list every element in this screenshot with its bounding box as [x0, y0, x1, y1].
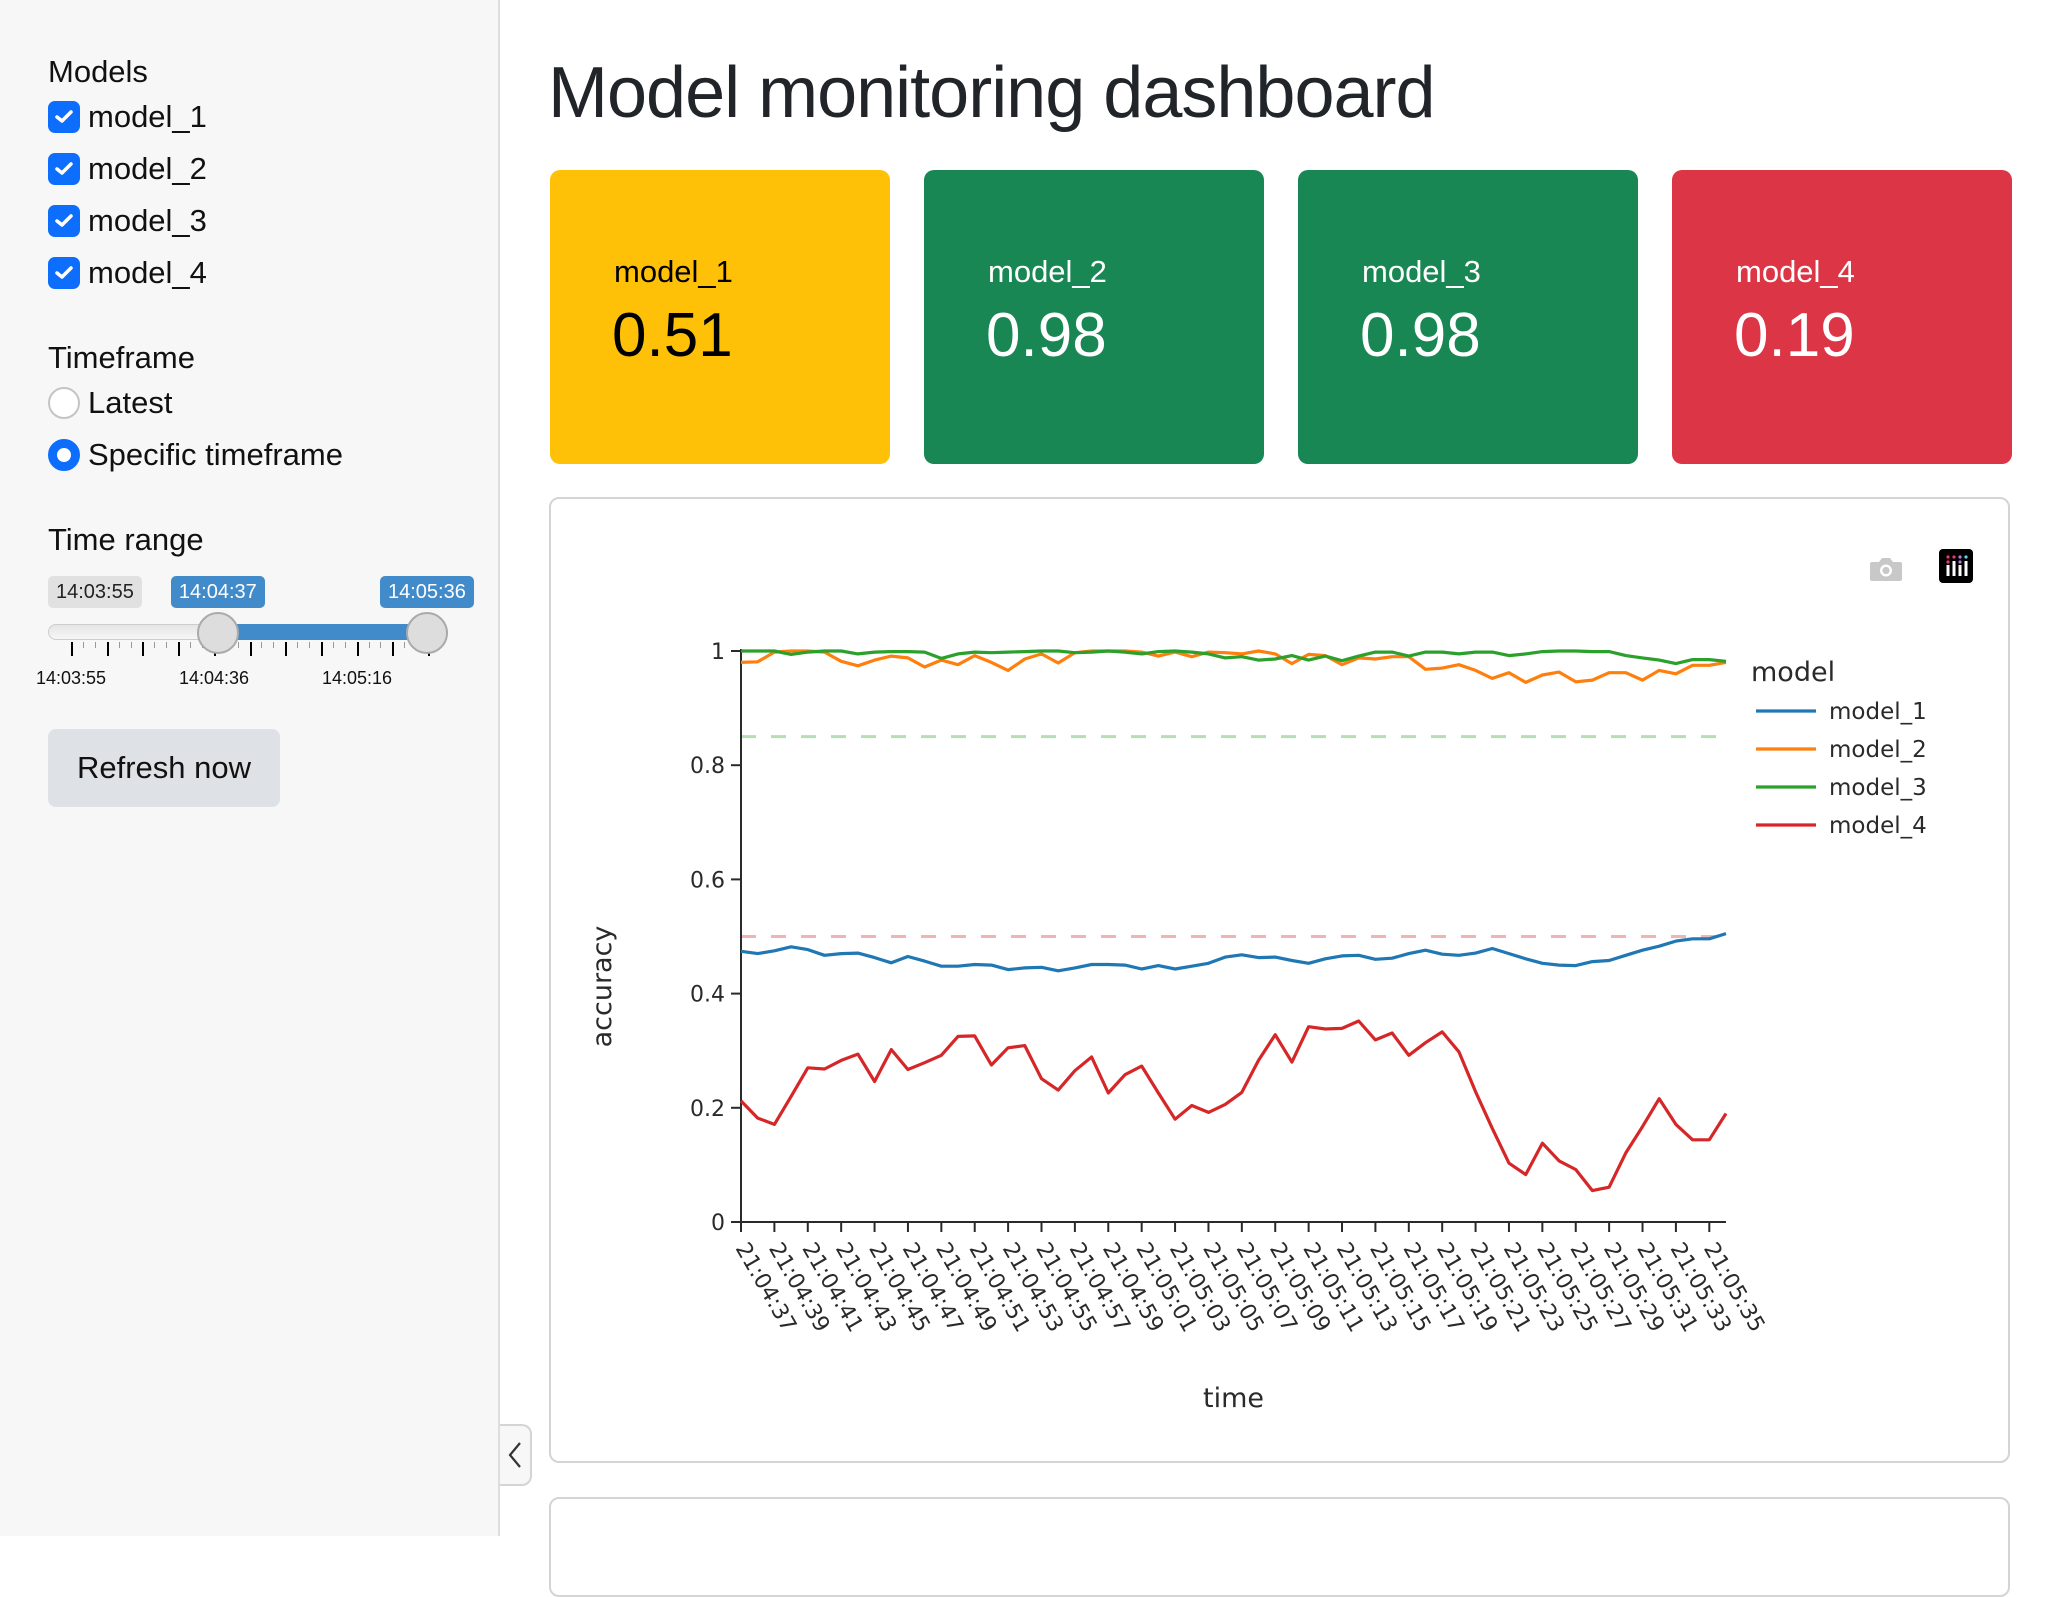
- checkbox-checked-icon[interactable]: [48, 153, 80, 185]
- slider-tick: [261, 642, 263, 648]
- legend-item-label: model_3: [1829, 775, 1927, 801]
- time-range-label: Time range: [48, 522, 204, 557]
- slider-tick: [82, 642, 84, 648]
- slider-tick: [71, 642, 73, 656]
- kpi-accuracy-value: 0.98: [1360, 301, 1481, 370]
- refresh-now-button[interactable]: Refresh now: [48, 729, 280, 807]
- page-title: Model monitoring dashboard: [548, 53, 1436, 133]
- kpi-card-model-1: model_1 0.51: [550, 170, 890, 464]
- models-label: Models: [48, 54, 148, 89]
- radio-unchecked-icon[interactable]: [48, 387, 80, 419]
- slider-selected-range[interactable]: [217, 624, 427, 640]
- kpi-model-name: model_1: [614, 254, 733, 289]
- slider-from-label: 14:04:37: [170, 576, 265, 608]
- collapse-sidebar-button[interactable]: [500, 1424, 532, 1486]
- y-tick-label: 0.2: [690, 1097, 725, 1122]
- slider-handle-to[interactable]: [406, 612, 448, 654]
- slider-tick: [106, 642, 109, 656]
- slider-tick: [380, 642, 382, 648]
- slider-to-label: 14:05:36: [380, 576, 474, 608]
- accuracy-chart-card: 0 0.2 0.4 0.6 0.8 1 21:04:37 21:04:39 21:04:41 21…: [549, 497, 2010, 1463]
- checkbox-model-4[interactable]: model_4: [48, 253, 207, 293]
- slider-tick: [368, 642, 370, 648]
- kpi-card-model-3: model_3 0.98: [1298, 170, 1638, 464]
- kpi-model-name: model_3: [1362, 254, 1481, 289]
- slider-tick: [273, 642, 275, 648]
- checkbox-label: model_3: [88, 203, 207, 238]
- slider-tick: [94, 642, 96, 648]
- slider-tick: [142, 642, 145, 656]
- slider-tick-label: 14:04:36: [178, 668, 250, 688]
- y-tick-label: 1: [711, 640, 725, 665]
- radio-latest[interactable]: Latest: [48, 383, 172, 423]
- radio-checked-icon[interactable]: [48, 439, 80, 471]
- slider-tick: [392, 642, 395, 656]
- slider-tick: [404, 642, 406, 648]
- legend-item-label: model_1: [1829, 699, 1927, 725]
- checkbox-checked-icon[interactable]: [48, 257, 80, 289]
- checkbox-label: model_1: [88, 99, 207, 134]
- slider-handle-from[interactable]: [196, 612, 239, 654]
- slider-tick: [130, 642, 132, 648]
- slider-tick: [118, 642, 120, 648]
- chevron-left-icon: [508, 1442, 521, 1468]
- slider-tick: [285, 642, 288, 656]
- slider-tick: [190, 642, 191, 648]
- timeframe-label: Timeframe: [48, 340, 195, 375]
- legend-item-label: model_4: [1829, 813, 1927, 839]
- legend-item-label: model_2: [1829, 737, 1927, 763]
- radio-specific-timeframe[interactable]: Specific timeframe: [48, 435, 343, 475]
- y-tick-label: 0: [711, 1211, 725, 1236]
- kpi-model-name: model_2: [988, 254, 1107, 289]
- checkbox-label: model_2: [88, 151, 207, 186]
- slider-tick: [297, 642, 299, 648]
- legend-title: model: [1751, 657, 1835, 688]
- slider-tick: [356, 642, 359, 656]
- series-line-model_4: [739, 1019, 1728, 1193]
- slider-tick-label: 14:03:55: [35, 668, 107, 688]
- secondary-chart-card: [549, 1497, 2010, 1597]
- checkbox-model-2[interactable]: model_2: [48, 149, 207, 189]
- checkbox-label: model_4: [88, 255, 207, 290]
- slider-tick: [237, 642, 239, 648]
- slider-tick-label: 14:05:16: [321, 668, 393, 688]
- accuracy-line-chart: 00.20.40.60.8121:04:3721:04:3921:04:4121…: [587, 640, 1927, 1414]
- slider-tick: [249, 642, 252, 656]
- kpi-model-name: model_4: [1736, 254, 1855, 289]
- sidebar: Models model_1 model_2 model_3 model_4 T…: [0, 0, 500, 1536]
- slider-tick: [154, 642, 156, 648]
- slider-tick: [320, 642, 323, 656]
- radio-label: Specific timeframe: [88, 437, 343, 472]
- slider-tick: [178, 642, 181, 656]
- kpi-accuracy-value: 0.19: [1734, 301, 1855, 370]
- slider-tick: [166, 642, 168, 648]
- kpi-accuracy-value: 0.98: [986, 301, 1107, 370]
- checkbox-checked-icon[interactable]: [48, 101, 80, 133]
- kpi-card-model-4: model_4 0.19: [1672, 170, 2012, 464]
- series-line-model_1: [740, 932, 1727, 973]
- slider-tick: [332, 642, 334, 648]
- slider-tick: [344, 642, 346, 648]
- y-tick-label: 0.8: [690, 754, 725, 779]
- checkbox-model-1[interactable]: model_1: [48, 97, 207, 137]
- x-axis-title: time: [1203, 1383, 1264, 1414]
- slider-min-label: 14:03:55: [48, 576, 142, 608]
- slider-tick: [309, 642, 310, 648]
- checkbox-checked-icon[interactable]: [48, 205, 80, 237]
- kpi-accuracy-value: 0.51: [612, 301, 733, 370]
- y-tick-label: 0.6: [690, 868, 725, 893]
- radio-label: Latest: [88, 385, 173, 420]
- checkbox-model-3[interactable]: model_3: [48, 201, 207, 241]
- y-tick-label: 0.4: [690, 983, 725, 1008]
- y-axis-title: accuracy: [587, 926, 618, 1048]
- kpi-card-model-2: model_2 0.98: [924, 170, 1264, 464]
